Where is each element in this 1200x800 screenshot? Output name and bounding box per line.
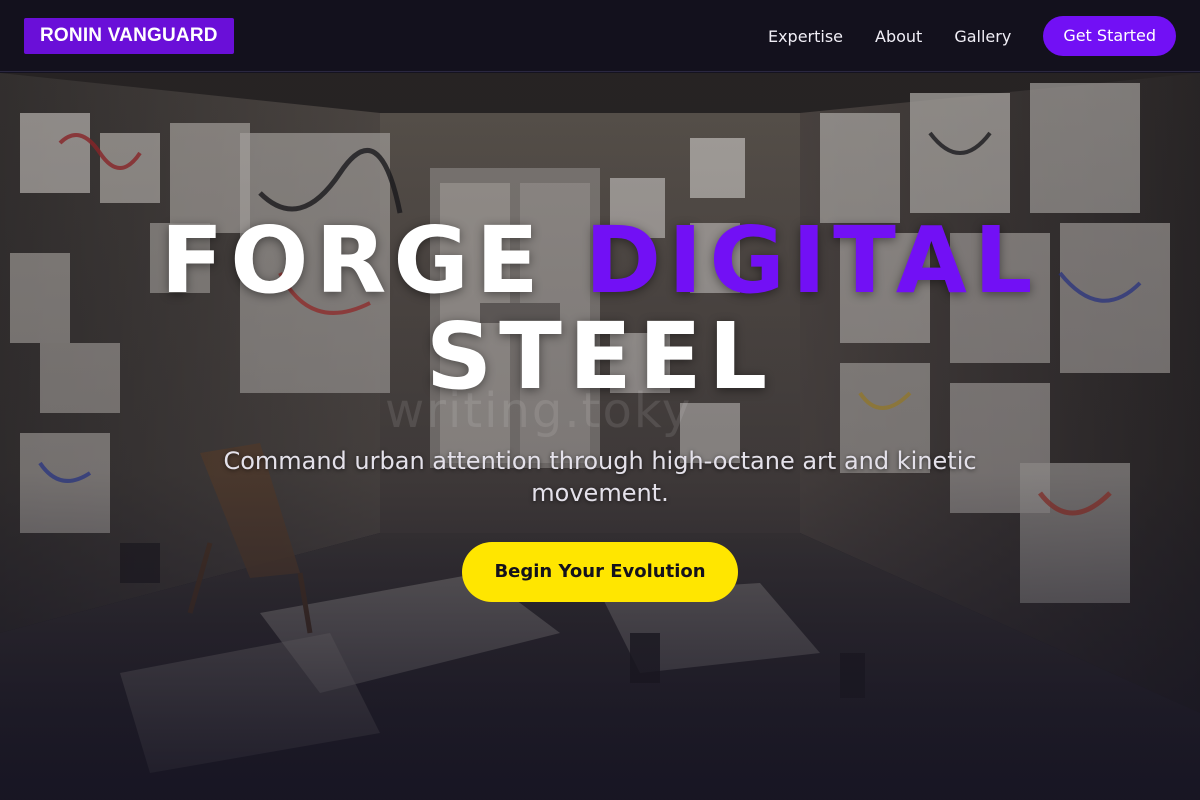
nav-links: Expertise About Gallery Get Started	[768, 16, 1176, 56]
nav-link-gallery[interactable]: Gallery	[954, 27, 1011, 46]
hero-headline: FORGE DIGITAL STEEL	[0, 213, 1200, 405]
headline-word-digital: DIGITAL	[584, 207, 1040, 314]
hero-section: writing.toky FORGE DIGITAL STEEL Command…	[0, 73, 1200, 800]
headline-word-forge: FORGE	[160, 207, 546, 314]
begin-evolution-button[interactable]: Begin Your Evolution	[462, 542, 738, 602]
hero-subtitle: Command urban attention through high-oct…	[223, 447, 977, 507]
nav-link-about[interactable]: About	[875, 27, 922, 46]
headline-word-steel: STEEL	[425, 303, 775, 410]
brand-logo[interactable]: RONIN VANGUARD	[24, 18, 234, 54]
navbar: RONIN VANGUARD Expertise About Gallery G…	[0, 0, 1200, 72]
hero-content: FORGE DIGITAL STEEL Command urban attent…	[0, 213, 1200, 602]
get-started-button[interactable]: Get Started	[1043, 16, 1176, 56]
nav-link-expertise[interactable]: Expertise	[768, 27, 843, 46]
